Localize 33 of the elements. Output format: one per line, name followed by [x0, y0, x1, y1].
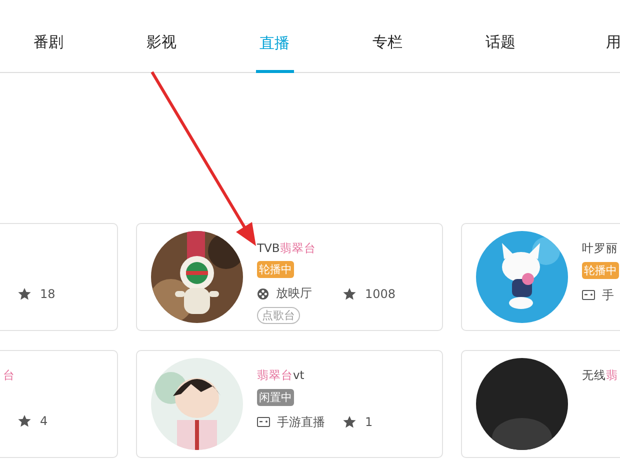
nav-tab[interactable]: 用 [557, 0, 620, 72]
nav-tab[interactable]: 影视 [105, 0, 218, 72]
star-icon [343, 288, 356, 300]
category-label: 手游直播 [277, 414, 325, 430]
room-name[interactable]: 无线翡 [582, 368, 620, 384]
star-icon [18, 288, 31, 300]
follower-count: 1008 [365, 286, 396, 300]
live-room-card[interactable]: 翡翠台vt 闲置中 手游直播 1 [136, 350, 443, 458]
star-icon [18, 415, 31, 427]
status-badge: 轮播中 [257, 261, 294, 278]
gamepad-icon [257, 417, 270, 427]
category-label: 放映厅 [276, 285, 312, 302]
room-name[interactable]: TVB翡翠台 [257, 241, 396, 256]
live-room-card[interactable]: 18 [0, 223, 118, 331]
star-icon [343, 416, 356, 428]
nav-tab[interactable]: 话题 [444, 0, 557, 72]
room-name[interactable]: 叶罗丽 [582, 241, 620, 257]
follower-count: 4 [40, 414, 48, 428]
live-room-card[interactable]: 台 4 [0, 350, 118, 458]
category-label: 手 [602, 286, 614, 304]
room-name[interactable]: 翡翠台vt [257, 368, 373, 384]
status-badge: 轮播中 [582, 262, 619, 279]
follower-count: 1 [365, 415, 373, 429]
follower-count: 18 [40, 287, 56, 301]
film-reel-icon [257, 288, 269, 300]
room-tag: 点歌台 [257, 307, 300, 324]
status-badge: 闲置中 [257, 389, 294, 406]
live-room-card[interactable]: 叶罗丽 轮播中 手 [461, 223, 620, 331]
live-room-card[interactable]: 无线翡 [461, 350, 620, 458]
live-room-card[interactable]: TVB翡翠台 轮播中 放映厅 1008 点歌台 [136, 223, 443, 331]
nav-tab[interactable]: 番剧 [0, 0, 105, 72]
nav-tab[interactable]: 专栏 [331, 0, 444, 72]
gamepad-icon [582, 290, 595, 300]
